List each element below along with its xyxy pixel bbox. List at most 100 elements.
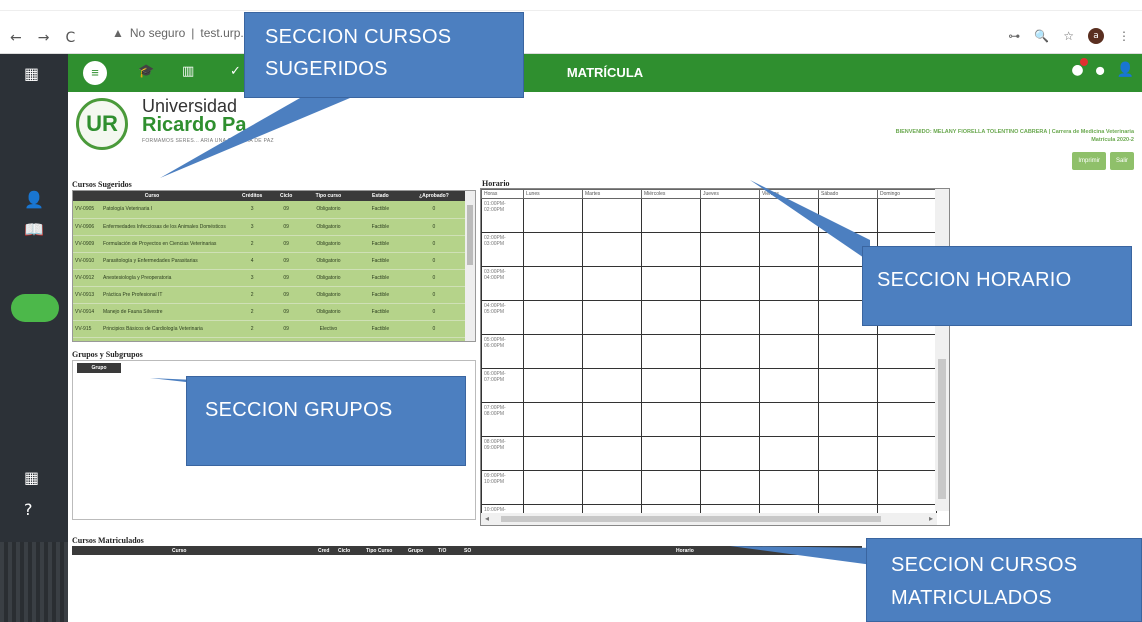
profile-avatar[interactable]: a bbox=[1088, 28, 1104, 44]
schedule-slot[interactable] bbox=[641, 300, 701, 335]
schedule-slot[interactable] bbox=[877, 368, 937, 403]
schedule-slot[interactable] bbox=[582, 266, 642, 301]
schedule-slot[interactable] bbox=[641, 334, 701, 369]
schedule-slot[interactable] bbox=[641, 436, 701, 471]
table-row[interactable]: VV-0914 Manejo de Fauna Silvestre 2 09 Oblig… bbox=[73, 303, 465, 321]
table-row[interactable]: VV-0906 Enfermedades Infecciosas de los A… bbox=[73, 218, 465, 236]
suggested-scrollbar[interactable] bbox=[465, 191, 475, 341]
schedule-slot[interactable] bbox=[759, 198, 819, 233]
help-icon[interactable]: ? bbox=[24, 500, 33, 519]
schedule-slot[interactable] bbox=[641, 198, 701, 233]
address-bar[interactable]: ▲ No seguro | test.urp.e bbox=[112, 26, 250, 40]
table-row[interactable]: VV-915 Principios Básicos de Cardiología … bbox=[73, 320, 465, 338]
forward-arrow-icon[interactable]: → bbox=[38, 30, 50, 46]
schedule-slot[interactable] bbox=[523, 198, 583, 233]
active-nav-pill[interactable] bbox=[11, 294, 59, 322]
schedule-slot[interactable] bbox=[700, 368, 760, 403]
schedule-slot[interactable] bbox=[759, 232, 819, 267]
scroll-right-icon[interactable]: ▸ bbox=[929, 514, 933, 523]
schedule-slot[interactable] bbox=[818, 436, 878, 471]
schedule-slot[interactable] bbox=[641, 266, 701, 301]
group-tab[interactable]: Grupo bbox=[77, 363, 121, 373]
table-row[interactable]: VV-917Dermatología Veterinaria209Electiv… bbox=[73, 337, 465, 341]
schedule-slot[interactable] bbox=[759, 470, 819, 505]
zoom-icon[interactable]: 🔍 bbox=[1034, 29, 1049, 43]
schedule-slot[interactable] bbox=[582, 470, 642, 505]
schedule-slot[interactable] bbox=[641, 368, 701, 403]
suggested-scroll-thumb[interactable] bbox=[467, 205, 473, 265]
schedule-slot[interactable] bbox=[700, 334, 760, 369]
schedule-slot[interactable] bbox=[582, 300, 642, 335]
schedule-slot[interactable] bbox=[818, 368, 878, 403]
schedule-slot[interactable] bbox=[582, 232, 642, 267]
schedule-slot[interactable] bbox=[582, 402, 642, 437]
schedule-slot[interactable] bbox=[700, 402, 760, 437]
table-cell: Anestesiología y Preoperatoria bbox=[101, 269, 231, 287]
schedule-slot[interactable] bbox=[877, 334, 937, 369]
schedule-slot[interactable] bbox=[818, 198, 878, 233]
schedule-slot[interactable] bbox=[700, 266, 760, 301]
scroll-left-icon[interactable]: ◂ bbox=[485, 514, 489, 523]
schedule-slot[interactable] bbox=[700, 470, 760, 505]
table-row[interactable]: VV-0905 Patología Veterinaria I 3 09 Obligat… bbox=[73, 201, 465, 219]
table-row[interactable]: VV-0910 Parasitología y Enfermedades Para… bbox=[73, 252, 465, 270]
apps-grid-icon[interactable]: ▦ bbox=[24, 468, 39, 487]
browser-menu-icon[interactable]: ⋮ bbox=[1118, 29, 1130, 43]
schedule-slot[interactable] bbox=[523, 300, 583, 335]
table-row[interactable]: VV-0913 Práctica Pre Profesional IT 2 09 Obl… bbox=[73, 286, 465, 304]
schedule-slot[interactable] bbox=[523, 402, 583, 437]
schedule-slot[interactable] bbox=[582, 436, 642, 471]
schedule-slot[interactable] bbox=[877, 436, 937, 471]
schedule-slot[interactable] bbox=[523, 436, 583, 471]
schedule-slot[interactable] bbox=[700, 300, 760, 335]
schedule-slot[interactable] bbox=[759, 436, 819, 471]
account-icon[interactable]: 👤 bbox=[1117, 62, 1134, 78]
schedule-horizontal-scrollbar[interactable]: ◂ ▸ bbox=[481, 513, 937, 525]
schedule-slot[interactable] bbox=[582, 334, 642, 369]
schedule-slot[interactable] bbox=[641, 232, 701, 267]
user-icon[interactable]: 👤 bbox=[24, 190, 44, 209]
schedule-slot[interactable] bbox=[877, 198, 937, 233]
schedule-slot[interactable] bbox=[582, 368, 642, 403]
schedule-slot[interactable] bbox=[523, 368, 583, 403]
schedule-slot[interactable] bbox=[759, 300, 819, 335]
schedule-hscroll-thumb[interactable] bbox=[501, 516, 881, 522]
notification-icon[interactable]: ● bbox=[1071, 58, 1088, 78]
schedule-vscroll-thumb[interactable] bbox=[938, 359, 946, 499]
schedule-slot[interactable] bbox=[641, 402, 701, 437]
schedule-slot[interactable] bbox=[700, 232, 760, 267]
schedule-slot[interactable] bbox=[818, 334, 878, 369]
table-cell: Factible bbox=[357, 252, 403, 270]
logout-button[interactable]: Salir bbox=[1109, 152, 1134, 170]
schedule-slot[interactable] bbox=[759, 266, 819, 301]
schedule-slot[interactable] bbox=[523, 470, 583, 505]
schedule-slot[interactable] bbox=[641, 470, 701, 505]
schedule-slot[interactable] bbox=[582, 198, 642, 233]
left-sidebar: ▦ 👤 📖 ▦ ? bbox=[0, 54, 68, 622]
schedule-slot[interactable] bbox=[877, 402, 937, 437]
key-icon[interactable]: ⊶ bbox=[1008, 29, 1020, 43]
schedule-slot[interactable] bbox=[818, 402, 878, 437]
table-row[interactable]: VV-0912 Anestesiología y Preoperatoria 3 09… bbox=[73, 269, 465, 287]
table-cell: 3 bbox=[231, 201, 274, 219]
back-arrow-icon[interactable]: ← bbox=[10, 30, 22, 46]
schedule-slot[interactable] bbox=[523, 334, 583, 369]
schedule-slot[interactable] bbox=[818, 470, 878, 505]
schedule-slot[interactable] bbox=[877, 470, 937, 505]
reload-icon[interactable]: C bbox=[65, 30, 75, 46]
table-cell: Obligatorio bbox=[298, 235, 358, 253]
schedule-vertical-scrollbar[interactable] bbox=[935, 189, 949, 511]
schedule-slot[interactable] bbox=[523, 266, 583, 301]
schedule-slot[interactable] bbox=[759, 402, 819, 437]
bookmark-star-icon[interactable]: ☆ bbox=[1063, 29, 1074, 43]
schedule-slot[interactable] bbox=[759, 334, 819, 369]
app-logo-icon[interactable]: ▦ bbox=[24, 64, 39, 83]
print-button[interactable]: Imprimir bbox=[1072, 152, 1106, 170]
schedule-slot[interactable] bbox=[759, 368, 819, 403]
settings-dot-icon[interactable]: ⬤ bbox=[1096, 66, 1105, 75]
schedule-slot[interactable] bbox=[700, 198, 760, 233]
schedule-slot[interactable] bbox=[700, 436, 760, 471]
schedule-slot[interactable] bbox=[523, 232, 583, 267]
table-row[interactable]: VV-0909 Formulación de Proyectos en Cienc… bbox=[73, 235, 465, 253]
book-icon[interactable]: 📖 bbox=[24, 220, 44, 239]
